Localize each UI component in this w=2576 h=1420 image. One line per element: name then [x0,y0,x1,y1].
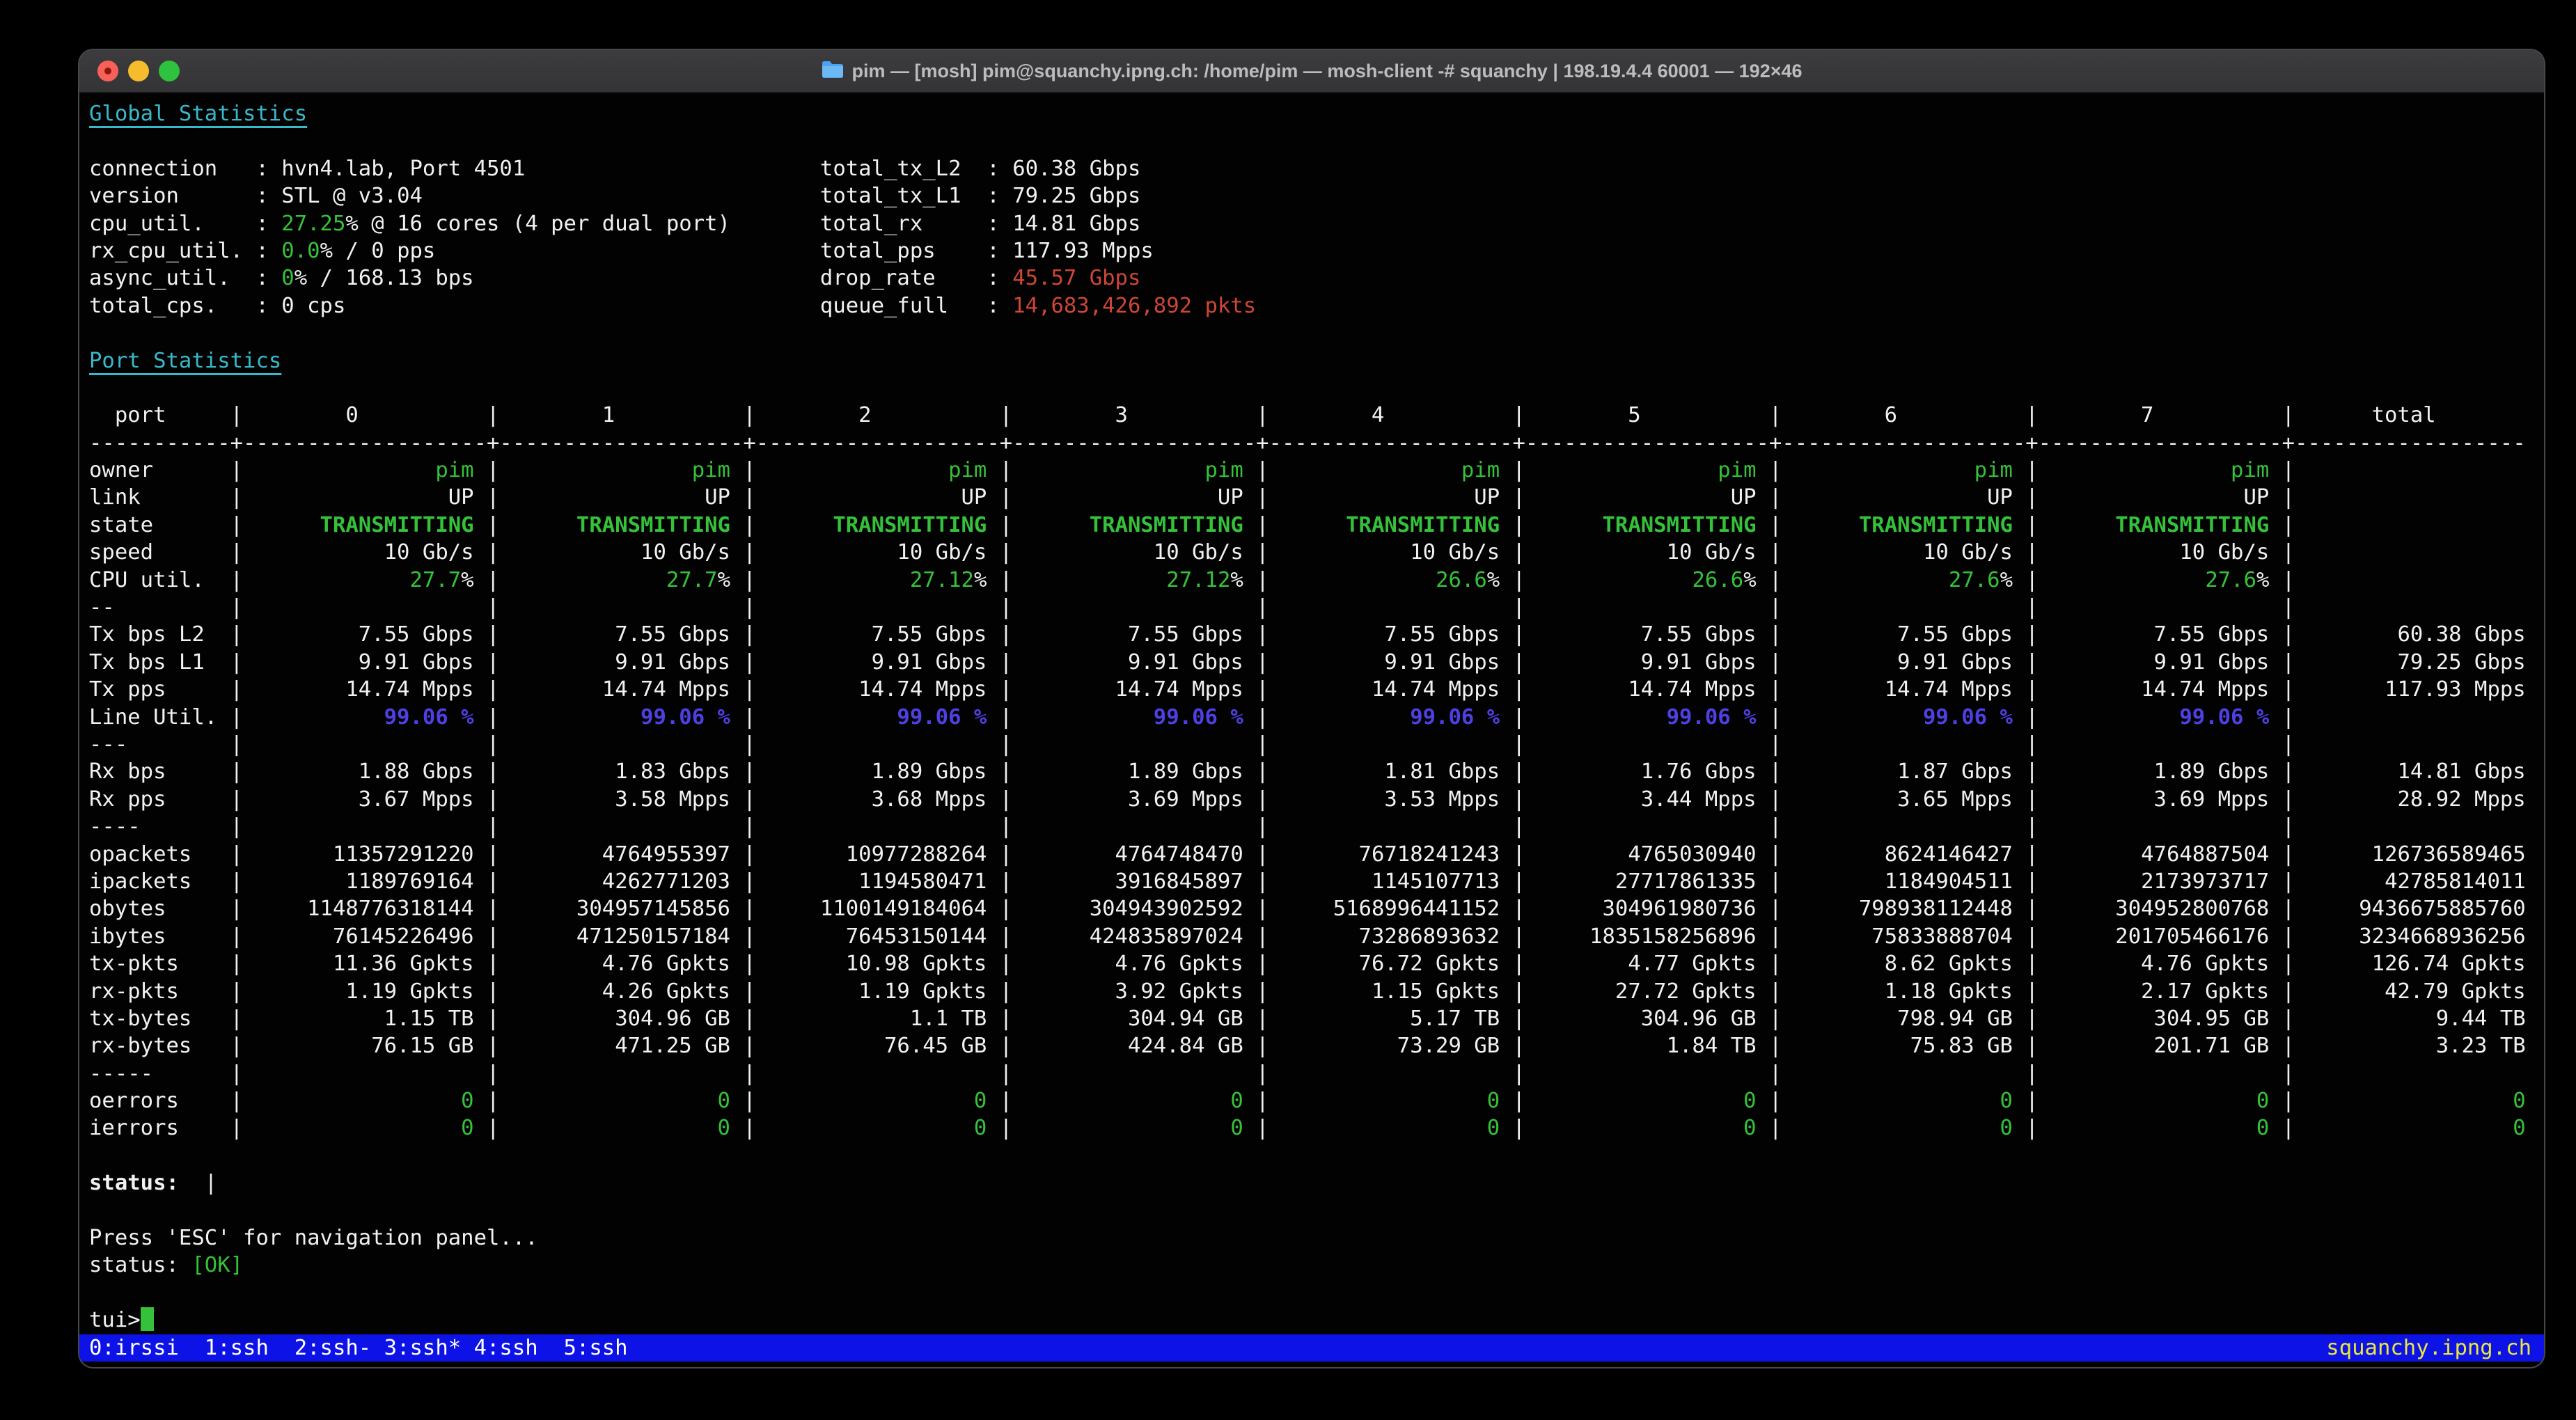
port-table-row: tx-bytes | 1.15 TB | 304.96 GB | 1.1 TB … [89,1005,2544,1032]
port-table-row: link | UP | UP | UP | UP | UP | UP | UP … [89,484,2544,511]
port-table-row: --- | | | | | | | | | [89,731,2544,758]
global-stats-row: async_util. : 0% / 168.13 bps drop_rate … [89,265,2544,292]
desktop: pim — [mosh] pim@squanchy.ipng.ch: /home… [0,0,2576,1420]
esc-hint: Press 'ESC' for navigation panel... [89,1224,2544,1252]
status-spinner: status: | [89,1169,2544,1197]
terminal-line [89,1279,2544,1307]
global-stats-row: total_cps. : 0 cps queue_full : 14,683,4… [89,292,2544,320]
window-title-text: pim — [mosh] pim@squanchy.ipng.ch: /home… [851,61,1802,82]
screen-status-bar: 0:irssi 1:ssh 2:ssh- 3:ssh* 4:ssh 5:ssh s… [79,1334,2544,1362]
status-ok: status: [OK] [89,1252,2544,1279]
terminal-line [89,127,2544,155]
port-table-row: ierrors | 0 | 0 | 0 | 0 | 0 | 0 | 0 | 0 … [89,1114,2544,1142]
port-table-row: speed | 10 Gb/s | 10 Gb/s | 10 Gb/s | 10… [89,539,2544,566]
port-table-row: -- | | | | | | | | | [89,594,2544,621]
terminal-line [89,374,2544,402]
minimize-button[interactable] [128,61,149,81]
port-table-row: ibytes | 76145226496 | 471250157184 | 76… [89,923,2544,950]
tui-prompt: tui> [89,1307,2544,1334]
terminal-window[interactable]: pim — [mosh] pim@squanchy.ipng.ch: /home… [78,49,2545,1368]
port-table-row: rx-bytes | 76.15 GB | 471.25 GB | 76.45 … [89,1032,2544,1059]
zoom-button[interactable] [159,61,180,81]
screen-hostname: squanchy.ipng.ch [2326,1334,2531,1362]
port-table-row: Rx pps | 3.67 Mpps | 3.58 Mpps | 3.68 Mp… [89,786,2544,813]
port-table-separator: -----------+-------------------+--------… [89,429,2544,457]
port-stats-heading: Port Statistics [89,347,2544,374]
terminal-line [89,1197,2544,1224]
port-table-row: ----- | | | | | | | | | [89,1060,2544,1087]
terminal-cursor [141,1307,154,1331]
port-table-row: ---- | | | | | | | | | [89,813,2544,840]
global-stats-row: rx_cpu_util. : 0.0% / 0 pps total_pps : … [89,237,2544,265]
port-table-row: Tx pps | 14.74 Mpps | 14.74 Mpps | 14.74… [89,676,2544,703]
terminal-line [89,320,2544,347]
global-stats-row: cpu_util. : 27.25% @ 16 cores (4 per dua… [89,210,2544,237]
port-table-row: rx-pkts | 1.19 Gpkts | 4.26 Gpkts | 1.19… [89,978,2544,1005]
global-stats-row: connection : hvn4.lab, Port 4501 total_t… [89,155,2544,182]
global-stats-row: version : STL @ v3.04 total_tx_L1 : 79.2… [89,182,2544,210]
port-table-row: state | TRANSMITTING | TRANSMITTING | TR… [89,512,2544,539]
window-title: pim — [mosh] pim@squanchy.ipng.ch: /home… [821,59,1802,84]
titlebar[interactable]: pim — [mosh] pim@squanchy.ipng.ch: /home… [79,50,2544,93]
port-table-row: opackets | 11357291220 | 4764955397 | 10… [89,841,2544,868]
port-table-header: port | 0 | 1 | 2 | 3 | 4 | 5 | 6 | 7 | t… [89,402,2544,429]
port-table-row: CPU util. | 27.7% | 27.7% | 27.12% | 27.… [89,567,2544,594]
port-table-row: tx-pkts | 11.36 Gpkts | 4.76 Gpkts | 10.… [89,950,2544,977]
port-table-row: owner | pim | pim | pim | pim | pim | pi… [89,457,2544,484]
port-table-row: Rx bps | 1.88 Gbps | 1.83 Gbps | 1.89 Gb… [89,758,2544,785]
port-table-row: obytes | 1148776318144 | 304957145856 | … [89,895,2544,922]
global-stats-heading: Global Statistics [89,100,2544,127]
folder-icon [821,60,845,84]
port-table-row: ipackets | 1189769164 | 4262771203 | 119… [89,868,2544,895]
port-table-row: oerrors | 0 | 0 | 0 | 0 | 0 | 0 | 0 | 0 … [89,1087,2544,1114]
terminal-screen[interactable]: Global Statistics connection : hvn4.lab, … [79,95,2544,1367]
terminal-line [89,1142,2544,1169]
traffic-lights [97,50,180,92]
port-table-row: Line Util. | 99.06 % | 99.06 % | 99.06 %… [89,704,2544,731]
port-table-row: Tx bps L1 | 9.91 Gbps | 9.91 Gbps | 9.91… [89,649,2544,676]
port-table-row: Tx bps L2 | 7.55 Gbps | 7.55 Gbps | 7.55… [89,621,2544,648]
screen-window-list: 0:irssi 1:ssh 2:ssh- 3:ssh* 4:ssh 5:ssh [89,1334,628,1362]
close-button[interactable] [97,61,118,81]
